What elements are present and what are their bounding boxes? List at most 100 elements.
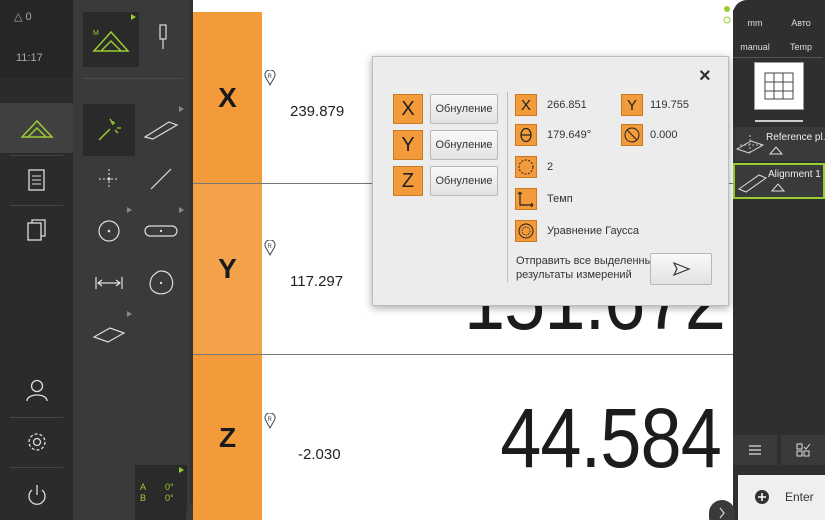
- select-grid-icon: [796, 443, 811, 457]
- axis-reset-dialog: × X Обнуление Y Обнуление Z Обнуление X …: [372, 56, 729, 306]
- gear-icon: [27, 433, 46, 451]
- send-icon: [672, 261, 691, 277]
- axis-b-value: 0°: [165, 493, 174, 503]
- axis-z-big-value: 44.584: [500, 391, 722, 485]
- enter-button[interactable]: Enter: [738, 475, 825, 520]
- angle-indicator[interactable]: A B 0° 0°: [135, 465, 187, 520]
- close-icon[interactable]: ×: [699, 65, 711, 88]
- menu-user-login-button[interactable]: [0, 365, 73, 415]
- line-icon: [150, 168, 172, 190]
- tool-alignment[interactable]: [135, 104, 187, 156]
- result-gauss-value: Уравнение Гаусса: [547, 225, 639, 237]
- expand-inspector-button[interactable]: [709, 500, 735, 520]
- axis-label-x: X: [193, 12, 262, 183]
- send-results-text-2: результаты измерений: [516, 269, 632, 281]
- tool-sensor[interactable]: [137, 12, 189, 64]
- auto-button[interactable]: Авто: [779, 10, 823, 36]
- tool-slot[interactable]: [135, 205, 187, 257]
- send-results-button[interactable]: [650, 253, 712, 285]
- main-menu: △ 0 11:17: [0, 0, 73, 520]
- axis-y-small-value: 117.297: [290, 273, 344, 290]
- reference-icon-z: R: [264, 413, 276, 429]
- unit-mm-button[interactable]: mm: [733, 10, 777, 36]
- tool-plane[interactable]: [83, 309, 135, 361]
- menu-file-management-button[interactable]: [0, 205, 73, 255]
- status-bar: △ 0 11:17: [0, 0, 73, 78]
- measure-icon: [19, 119, 54, 138]
- form-error-icon: [624, 127, 640, 143]
- result-points-icon: [515, 156, 537, 178]
- preview-button[interactable]: [754, 62, 804, 110]
- reset-x-button[interactable]: Обнуление: [430, 94, 498, 124]
- menu-protocol-button[interactable]: [0, 155, 73, 205]
- theta-icon: [520, 127, 532, 143]
- enter-label: Enter: [785, 490, 814, 504]
- menu-power-button[interactable]: [0, 470, 73, 520]
- freeform-icon: [149, 270, 174, 295]
- measure-mode-icon: M: [92, 30, 130, 52]
- inspector: mm Авто manual Temp Reference pl... Alig…: [723, 0, 825, 520]
- result-temp-value: Темп: [547, 193, 573, 205]
- select-all-button[interactable]: [781, 435, 825, 465]
- power-icon: [27, 485, 46, 505]
- result-gauss-icon: [515, 220, 537, 242]
- result-points-value: 2: [547, 161, 554, 173]
- svg-text:R: R: [268, 244, 273, 250]
- tool-point[interactable]: [83, 153, 135, 205]
- axis-z-small-value: -2.030: [298, 446, 341, 463]
- document-icon: [27, 169, 45, 191]
- tool-auto-select[interactable]: [83, 104, 135, 156]
- tool-circle[interactable]: [83, 205, 135, 257]
- tool-line[interactable]: [135, 153, 187, 205]
- alignment-icon: [143, 121, 179, 140]
- result-y-icon: Y: [621, 94, 643, 116]
- tool-measure-mode[interactable]: M: [83, 12, 139, 67]
- clock: 11:17: [16, 52, 43, 64]
- plus-circle-icon: [755, 490, 769, 504]
- svg-text:M: M: [93, 30, 99, 37]
- reset-z-button[interactable]: Обнуление: [430, 166, 498, 196]
- result-y-value: 119.755: [650, 99, 689, 111]
- menu-settings-button[interactable]: [0, 417, 73, 467]
- tool-distance[interactable]: [83, 257, 135, 309]
- live-indicator: [723, 6, 731, 24]
- reference-icon-y: R: [264, 240, 276, 256]
- axis-label-y: Y: [193, 184, 262, 354]
- axis-z-toggle[interactable]: Z: [393, 166, 423, 196]
- tool-freeform[interactable]: [135, 257, 187, 309]
- plane-icon: [92, 327, 126, 343]
- temperature-icon: [517, 191, 534, 208]
- reference-plane-icon: [735, 135, 765, 155]
- axis-y-toggle[interactable]: Y: [393, 130, 423, 160]
- function-panel: M A B 0° 0°: [73, 0, 190, 520]
- svg-text:R: R: [268, 74, 273, 80]
- alignment-feature-icon: [737, 174, 768, 193]
- feature-1-label: Reference pl...: [766, 132, 825, 143]
- result-temp-icon: [515, 188, 537, 210]
- result-form-value: 0.000: [650, 129, 678, 141]
- result-form-icon: [621, 124, 643, 146]
- axis-a-value: 0°: [165, 482, 174, 492]
- result-x-value: 266.851: [547, 99, 587, 111]
- axis-x-small-value: 239.879: [290, 103, 345, 120]
- point-icon: [99, 169, 119, 189]
- slot-icon: [144, 225, 178, 237]
- user-icon: [25, 379, 48, 402]
- result-angle-value: 179.649°: [547, 129, 592, 141]
- measure-small-icon: [769, 146, 783, 155]
- axis-x-toggle[interactable]: X: [393, 94, 423, 124]
- feature-2-label: Alignment 1: [768, 169, 821, 180]
- distance-icon: [95, 277, 123, 289]
- delta-indicator: △ 0: [14, 11, 32, 23]
- list-view-button[interactable]: [733, 435, 777, 465]
- gauss-icon: [518, 223, 534, 239]
- files-icon: [26, 219, 46, 241]
- axis-b-label: B: [140, 493, 147, 503]
- reset-y-button[interactable]: Обнуление: [430, 130, 498, 160]
- feature-alignment-1[interactable]: Alignment 1: [733, 163, 825, 199]
- menu-measure-button[interactable]: [0, 103, 73, 153]
- send-results-text-1: Отправить все выделенные: [516, 255, 659, 267]
- result-x-icon: X: [515, 94, 537, 116]
- chevron-right-icon: [719, 507, 725, 519]
- feature-reference-plane[interactable]: Reference pl...: [733, 127, 825, 161]
